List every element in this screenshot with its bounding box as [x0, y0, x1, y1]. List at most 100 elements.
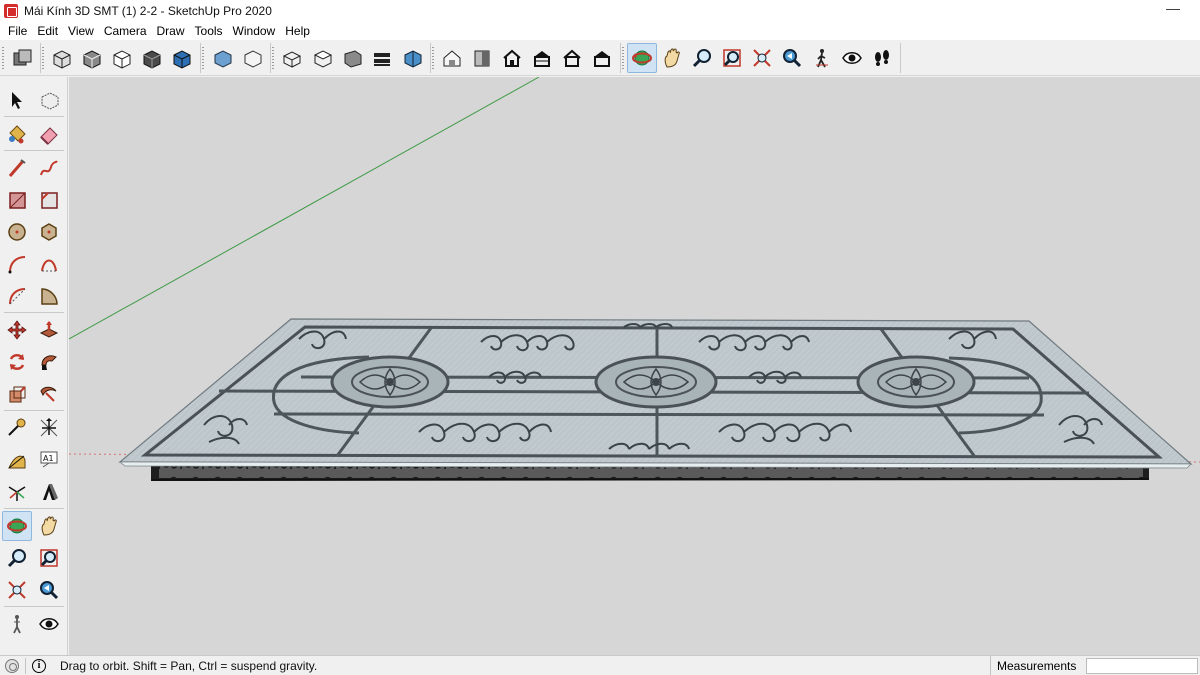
- model-canvas[interactable]: [69, 77, 1200, 655]
- paint-bucket-icon: [9, 125, 26, 144]
- house-front-icon: [563, 49, 581, 67]
- dimension-tool-button[interactable]: [34, 413, 64, 443]
- component-button[interactable]: [7, 43, 37, 73]
- back-edges-button[interactable]: [77, 43, 107, 73]
- monochrome-button[interactable]: [207, 43, 237, 73]
- arc-icon: [8, 256, 26, 274]
- menu-camera[interactable]: Camera: [99, 22, 152, 40]
- front-view-button[interactable]: [337, 43, 367, 73]
- right-view-icon: [374, 52, 390, 66]
- house-button[interactable]: [497, 43, 527, 73]
- iso-view-button[interactable]: [277, 43, 307, 73]
- rotate-icon: [9, 354, 25, 370]
- menu-draw[interactable]: Draw: [152, 22, 190, 40]
- rotate-tool-button[interactable]: [2, 347, 32, 377]
- eraser-tool-button[interactable]: [34, 119, 64, 149]
- tool-separator: [4, 150, 64, 151]
- green-axis-line: [69, 77, 540, 340]
- minimize-button[interactable]: —: [1166, 1, 1180, 17]
- xray-button[interactable]: [47, 43, 77, 73]
- look-around-tool-button[interactable]: [34, 609, 64, 639]
- house-back-button[interactable]: [587, 43, 617, 73]
- menu-tools[interactable]: Tools: [190, 22, 228, 40]
- menu-window[interactable]: Window: [228, 22, 281, 40]
- move-tool-button[interactable]: [2, 315, 32, 345]
- menu-view[interactable]: View: [63, 22, 99, 40]
- medallion-right: [856, 355, 976, 409]
- line-icon: [8, 159, 26, 177]
- line-tool-button[interactable]: [2, 153, 32, 183]
- medallion-center: [594, 355, 718, 409]
- menu-bar: File Edit View Camera Draw Tools Window Help: [0, 22, 1200, 40]
- 3d-text-icon: [43, 484, 58, 500]
- polygon-tool-button[interactable]: [34, 217, 64, 247]
- zoom-window-tool-button[interactable]: [34, 543, 64, 573]
- section-view-icon: [404, 49, 422, 68]
- text-tool-button[interactable]: A1: [34, 445, 64, 475]
- pan-icon: [664, 47, 680, 68]
- right-view-button[interactable]: [367, 43, 397, 73]
- orbit-button[interactable]: [627, 42, 657, 73]
- 3d-text-tool-button[interactable]: [34, 477, 64, 507]
- house-section-button[interactable]: [527, 43, 557, 73]
- push-pull-tool-button[interactable]: [34, 315, 64, 345]
- previous-view-button[interactable]: [777, 43, 807, 73]
- look-around-icon: [39, 618, 59, 630]
- zoom-extents-tool-button[interactable]: [2, 575, 32, 605]
- circle-tool-button[interactable]: [2, 217, 32, 247]
- geolocation-icon[interactable]: [5, 658, 19, 673]
- section-view-button[interactable]: [397, 43, 427, 73]
- protractor-tool-button[interactable]: [2, 445, 32, 475]
- tape-measure-tool-button[interactable]: [2, 413, 32, 443]
- menu-help[interactable]: Help: [280, 22, 315, 40]
- previous-view-tool-button[interactable]: [34, 575, 64, 605]
- zoom-window-icon: [40, 549, 58, 567]
- text-icon: A1: [40, 451, 58, 468]
- scale-tool-button[interactable]: [2, 379, 32, 409]
- zoom-window-icon: [723, 48, 741, 67]
- follow-me-tool-button[interactable]: [34, 347, 64, 377]
- zoom-extents-button[interactable]: [747, 43, 777, 73]
- walk-button[interactable]: [807, 43, 837, 73]
- sketchup-app-icon[interactable]: [4, 4, 18, 18]
- status-hint: Drag to orbit. Shift = Pan, Ctrl = suspe…: [60, 658, 318, 673]
- footprints-button[interactable]: [867, 43, 897, 73]
- three-point-arc-tool-button[interactable]: [2, 281, 32, 311]
- rectangle-tool-button[interactable]: [2, 185, 32, 215]
- freehand-tool-button[interactable]: [34, 153, 64, 183]
- dimension-icon: [40, 418, 58, 437]
- toolbar-group: [272, 42, 431, 73]
- two-point-arc-tool-button[interactable]: [34, 249, 64, 279]
- zoom-button[interactable]: [687, 43, 717, 73]
- zoom-window-button[interactable]: [717, 43, 747, 73]
- select-tool-button[interactable]: [2, 85, 32, 115]
- zoom-tool-button[interactable]: [2, 543, 32, 573]
- rotated-rectangle-tool-button[interactable]: [34, 185, 64, 215]
- offset-tool-button[interactable]: [34, 379, 64, 409]
- look-around-button[interactable]: [837, 43, 867, 73]
- top-view-button[interactable]: [307, 43, 337, 73]
- menu-file[interactable]: File: [3, 22, 32, 40]
- make-component-tool-button[interactable]: [34, 85, 64, 115]
- follow-me-icon: [41, 355, 57, 370]
- arc-tool-button[interactable]: [2, 249, 32, 279]
- pie-tool-button[interactable]: [34, 281, 64, 311]
- wireframe-button[interactable]: [107, 43, 137, 73]
- measurements-input[interactable]: [1086, 658, 1198, 674]
- model-viewport[interactable]: [69, 77, 1200, 655]
- house-front-button[interactable]: [557, 43, 587, 73]
- three-point-arc-icon: [9, 288, 26, 305]
- pan-button[interactable]: [657, 43, 687, 73]
- position-camera-tool-button[interactable]: [2, 609, 32, 639]
- paint-bucket-tool-button[interactable]: [2, 119, 32, 149]
- shaded-button[interactable]: [237, 43, 267, 73]
- warehouse-button[interactable]: [437, 43, 467, 73]
- extension-warehouse-button[interactable]: [467, 43, 497, 73]
- instructor-info-icon[interactable]: i: [32, 658, 46, 673]
- shaded-textures-button[interactable]: [167, 43, 197, 73]
- menu-edit[interactable]: Edit: [32, 22, 63, 40]
- hidden-line-button[interactable]: [137, 43, 167, 73]
- axes-tool-button[interactable]: [2, 477, 32, 507]
- orbit-tool-button[interactable]: [2, 511, 32, 541]
- pan-tool-button[interactable]: [34, 511, 64, 541]
